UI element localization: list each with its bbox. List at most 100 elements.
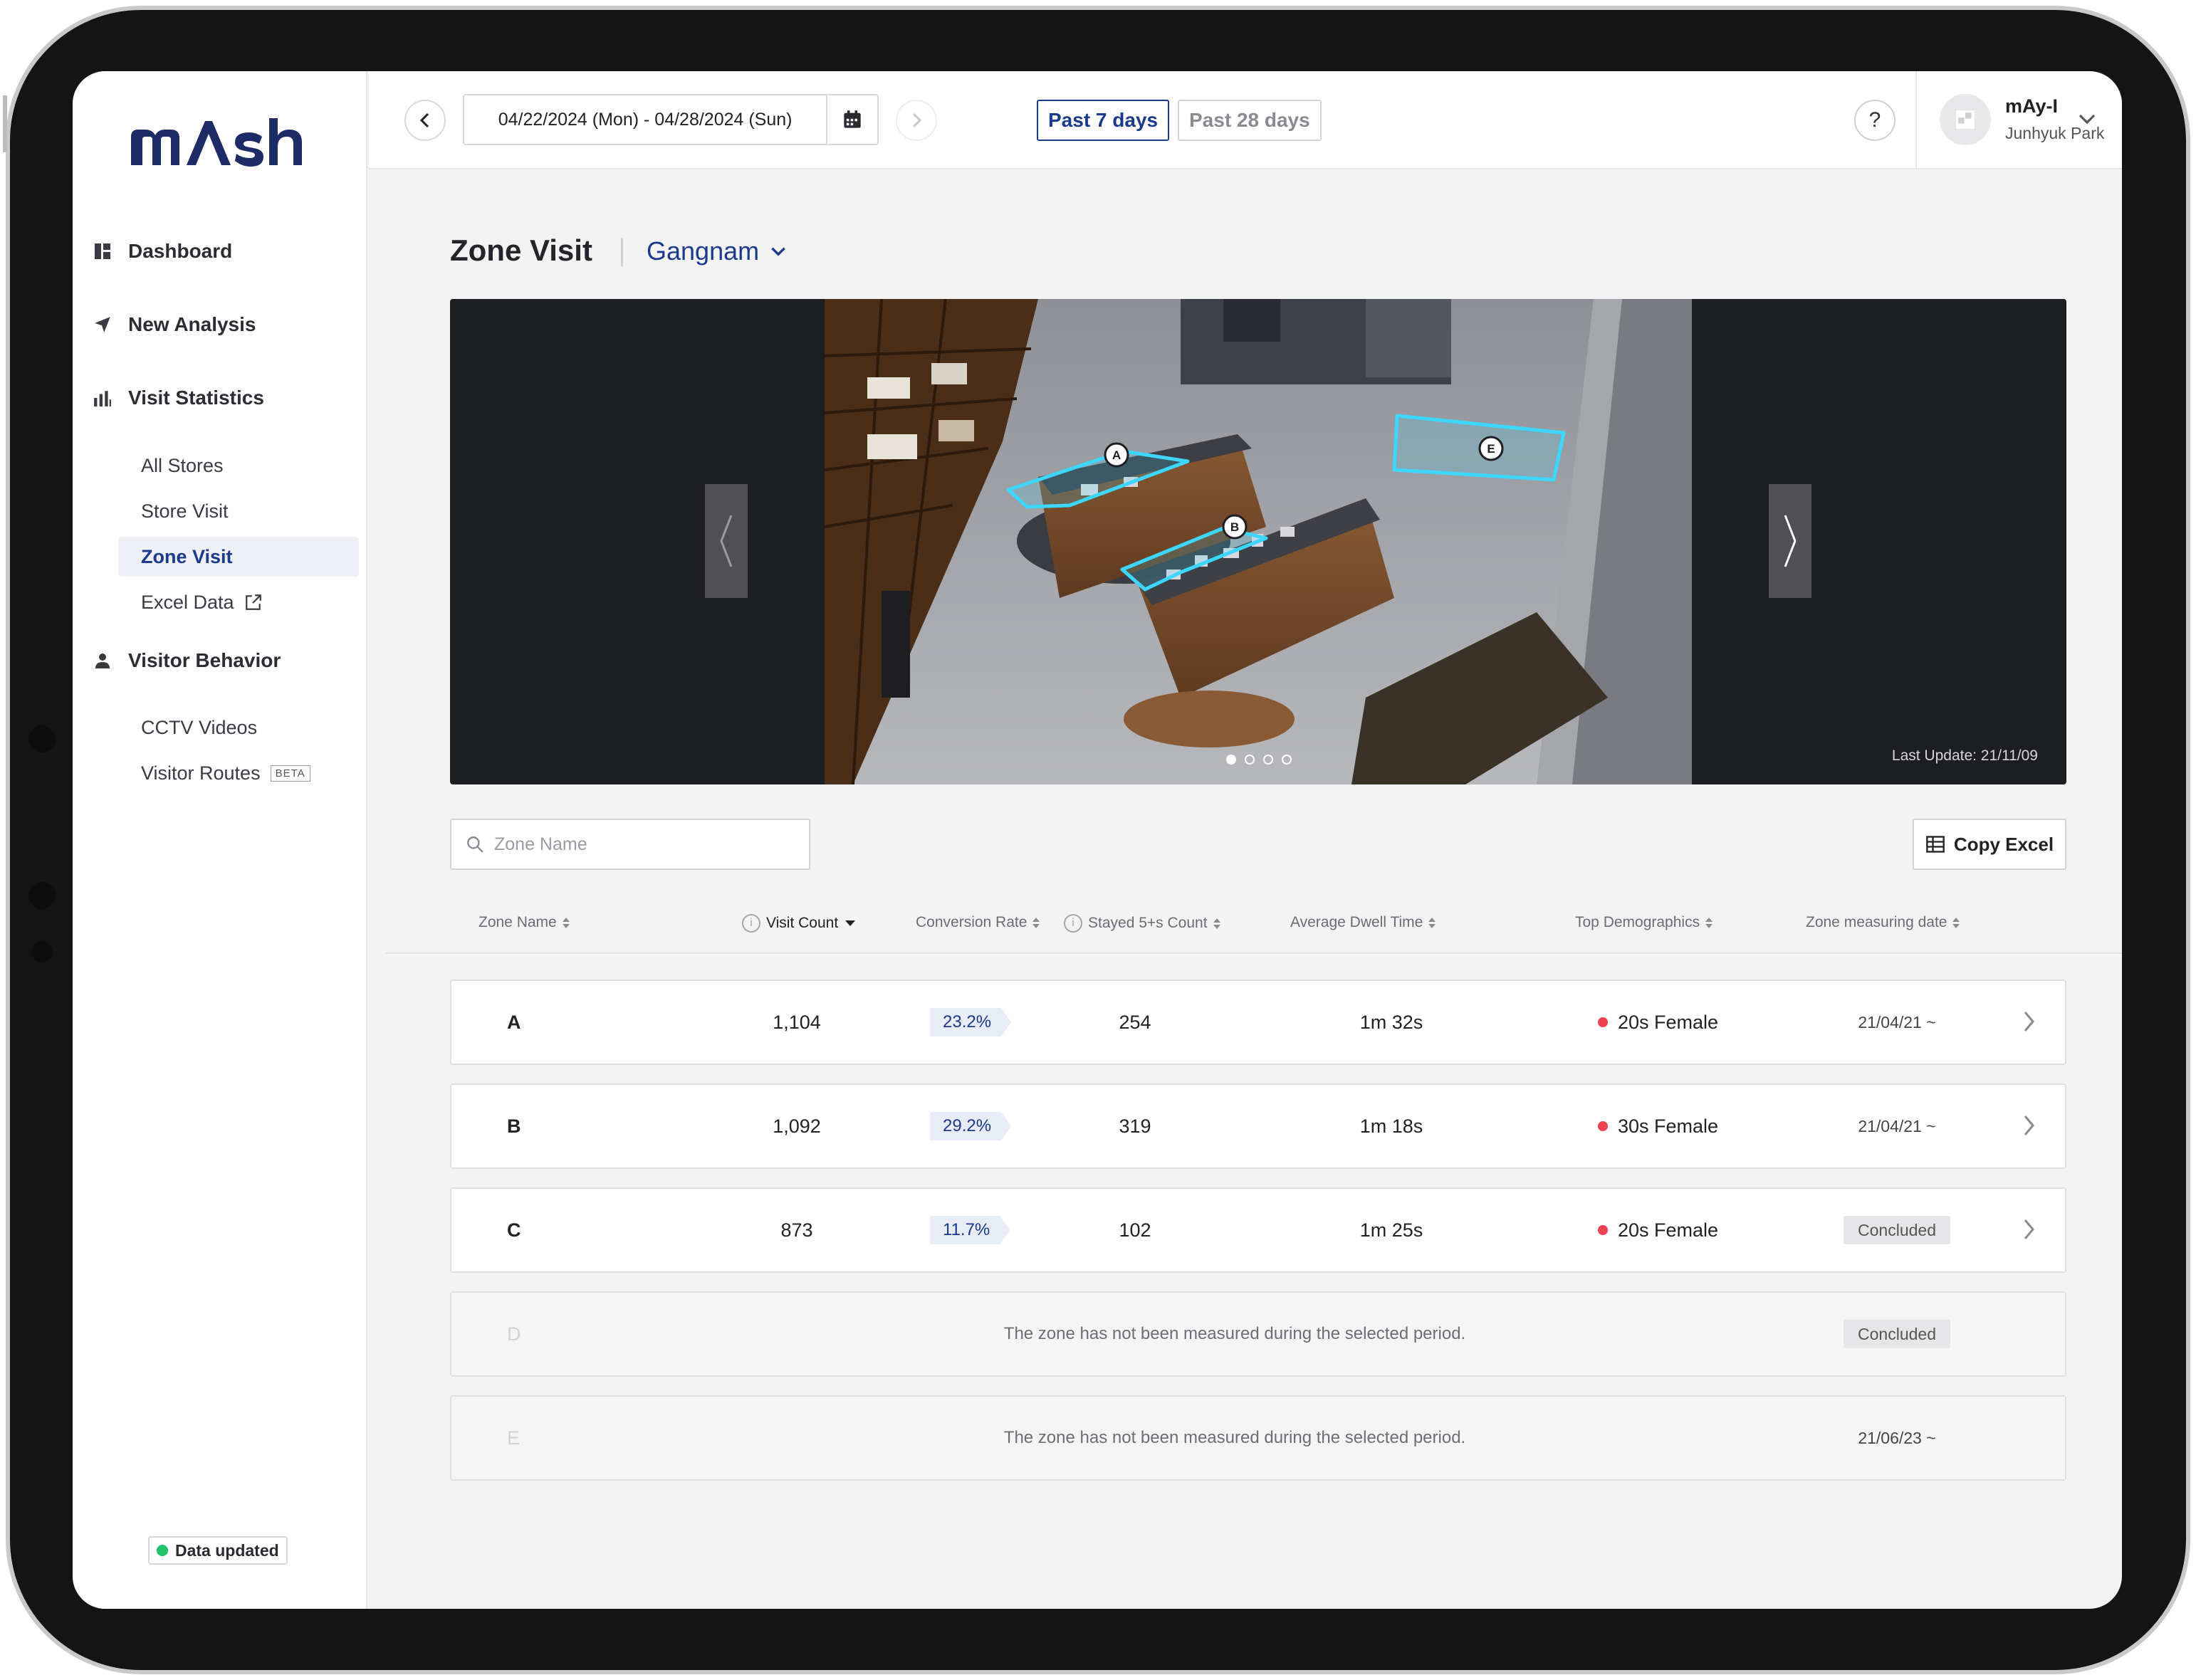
sidebar-item-zone-visit[interactable]: Zone Visit [118,537,359,577]
next-camera-button[interactable] [1769,484,1811,598]
last-update-text: Last Update: 21/11/09 [1891,747,2038,764]
table-row[interactable]: C 873 11.7% 102 1m 25s 20s Female Conclu… [450,1187,2066,1273]
divider [621,238,623,266]
sidebar-item-store-visit[interactable]: Store Visit [118,491,359,531]
prev-period-button[interactable] [404,100,446,141]
pager-dot[interactable] [1282,755,1292,765]
brand-logo [131,118,302,167]
column-header-label: Average Dwell Time [1290,914,1423,930]
zone-marker-e: E [1487,442,1495,456]
send-icon [93,315,113,335]
table-icon [1926,836,1945,853]
range-past-28-days-button[interactable]: Past 28 days [1178,100,1322,141]
external-link-icon [245,594,261,610]
visit-count-cell: 1,104 [773,1011,821,1033]
divider [1915,71,1917,169]
sidebar-item-label: CCTV Videos [141,716,258,738]
chevron-down-icon [771,247,785,256]
table-row[interactable]: B 1,092 29.2% 319 1m 18s 30s Female 21/0… [450,1083,2066,1169]
column-header-conversion-rate[interactable]: Conversion Rate [916,914,1040,931]
measuring-date-cell: Concluded [1833,1189,1961,1271]
demographics-cell: 20s Female [1598,981,1718,1064]
user-org-name: mAy-I [2005,95,2059,117]
chevron-right-icon [1784,515,1797,567]
top-bar: 04/22/2024 (Mon) - 04/28/2024 (Sun) Past… [369,71,2122,169]
measuring-date-text: 21/04/21 ~ [1858,1116,1936,1135]
visit-count-cell: 1,092 [773,1115,821,1137]
bar-chart-icon [93,388,113,408]
sidebar-item-label: Store Visit [141,500,229,522]
calendar-icon[interactable] [826,95,877,145]
visit-count-cell: 873 [780,1219,813,1241]
sidebar-item-dashboard[interactable]: Dashboard [93,233,232,269]
zone-name-cell: A [507,1011,521,1033]
demographic-dot-icon [1598,1225,1608,1235]
volume-button [3,95,7,152]
sidebar-item-visitor-routes[interactable]: Visitor Routes BETA [118,753,359,793]
column-header-label: Top Demographics [1575,914,1700,930]
info-icon[interactable]: i [1064,914,1082,933]
conversion-rate-cell: 23.2% [930,981,1011,1064]
unmeasured-message-text: The zone has not been measured during th… [1003,1324,1466,1343]
dwell-time-cell: 1m 18s [1359,1115,1423,1137]
help-button[interactable]: ? [1854,100,1896,141]
column-header-label: Stayed 5+s Count [1088,915,1208,931]
column-header-measuring-date[interactable]: Zone measuring date [1806,914,1960,931]
measuring-date-cell: 21/06/23 ~ [1833,1397,1961,1479]
sort-icon [1213,918,1220,929]
unmeasured-message-text: The zone has not been measured during th… [1003,1428,1466,1447]
stayed-count-cell: 319 [1119,1115,1151,1137]
pager-dot[interactable] [1263,755,1273,765]
chevron-right-icon[interactable] [2021,1217,2036,1241]
avatar[interactable] [1940,94,1991,145]
conversion-rate-cell: 11.7% [930,1189,1010,1271]
sidebar-item-visitor-behavior[interactable]: Visitor Behavior [93,643,281,678]
table-row: D The zone has not been measured during … [450,1291,2066,1377]
measuring-date-text: 21/04/21 ~ [1858,1012,1936,1031]
sort-desc-icon [845,920,856,926]
demographic-label: 20s Female [1618,1219,1719,1241]
cctv-store-image: A B E [825,299,1692,784]
sidebar-item-label: Visitor Routes [141,762,261,784]
pager-dot[interactable] [1245,755,1255,765]
concluded-badge: Concluded [1844,1320,1950,1348]
sidebar-item-all-stores[interactable]: All Stores [118,446,359,485]
table-header: Zone Name i Visit Count Conversion Rate … [386,897,2122,954]
table-row[interactable]: A 1,104 23.2% 254 1m 32s 20s Female 21/0… [450,980,2066,1065]
sidebar: Dashboard New Analysis Visit Statistics … [73,71,367,1609]
store-selector[interactable]: Gangnam [647,236,788,266]
cctv-viewer: A B E Last Update: 21/11/09 [450,299,2066,784]
chevron-right-icon[interactable] [2021,1113,2036,1138]
date-range-field[interactable]: 04/22/2024 (Mon) - 04/28/2024 (Sun) [463,94,879,145]
info-icon[interactable]: i [742,914,760,933]
column-header-visit-count[interactable]: i Visit Count [742,914,857,933]
measuring-date-text: 21/06/23 ~ [1858,1428,1936,1447]
column-header-top-demographics[interactable]: Top Demographics [1575,914,1713,931]
pager-dot[interactable] [1226,755,1236,765]
sidebar-item-cctv-videos[interactable]: CCTV Videos [118,708,359,747]
date-range-text: 04/22/2024 (Mon) - 04/28/2024 (Sun) [498,109,793,130]
sidebar-item-label: Visit Statistics [128,387,264,409]
zone-name-cell: E [507,1427,521,1449]
next-period-button[interactable] [896,100,937,141]
dashboard-icon [93,241,113,261]
zone-name-cell: D [507,1323,521,1345]
column-header-dwell-time[interactable]: Average Dwell Time [1290,914,1436,931]
chevron-right-icon[interactable] [2021,1009,2036,1034]
sidebar-item-excel-data[interactable]: Excel Data [118,582,359,622]
prev-camera-button[interactable] [705,484,748,598]
column-header-zone-name[interactable]: Zone Name [479,914,570,931]
carousel-pager [1226,755,1292,765]
dwell-time-cell: 1m 25s [1359,1219,1423,1241]
dwell-time-cell: 1m 32s [1359,1011,1423,1033]
column-header-label: Visit Count [766,915,839,931]
zone-search-input[interactable] [494,834,793,855]
range-past-7-days-button[interactable]: Past 7 days [1037,100,1170,141]
chevron-down-icon[interactable] [2076,108,2098,130]
column-header-stayed-count[interactable]: i Stayed 5+s Count [1064,914,1220,933]
status-label: Data updated [175,1540,279,1560]
sidebar-item-visit-statistics[interactable]: Visit Statistics [93,380,264,416]
sidebar-item-new-analysis[interactable]: New Analysis [93,307,256,342]
copy-excel-button[interactable]: Copy Excel [1913,819,2066,870]
sort-icon [1032,917,1040,928]
